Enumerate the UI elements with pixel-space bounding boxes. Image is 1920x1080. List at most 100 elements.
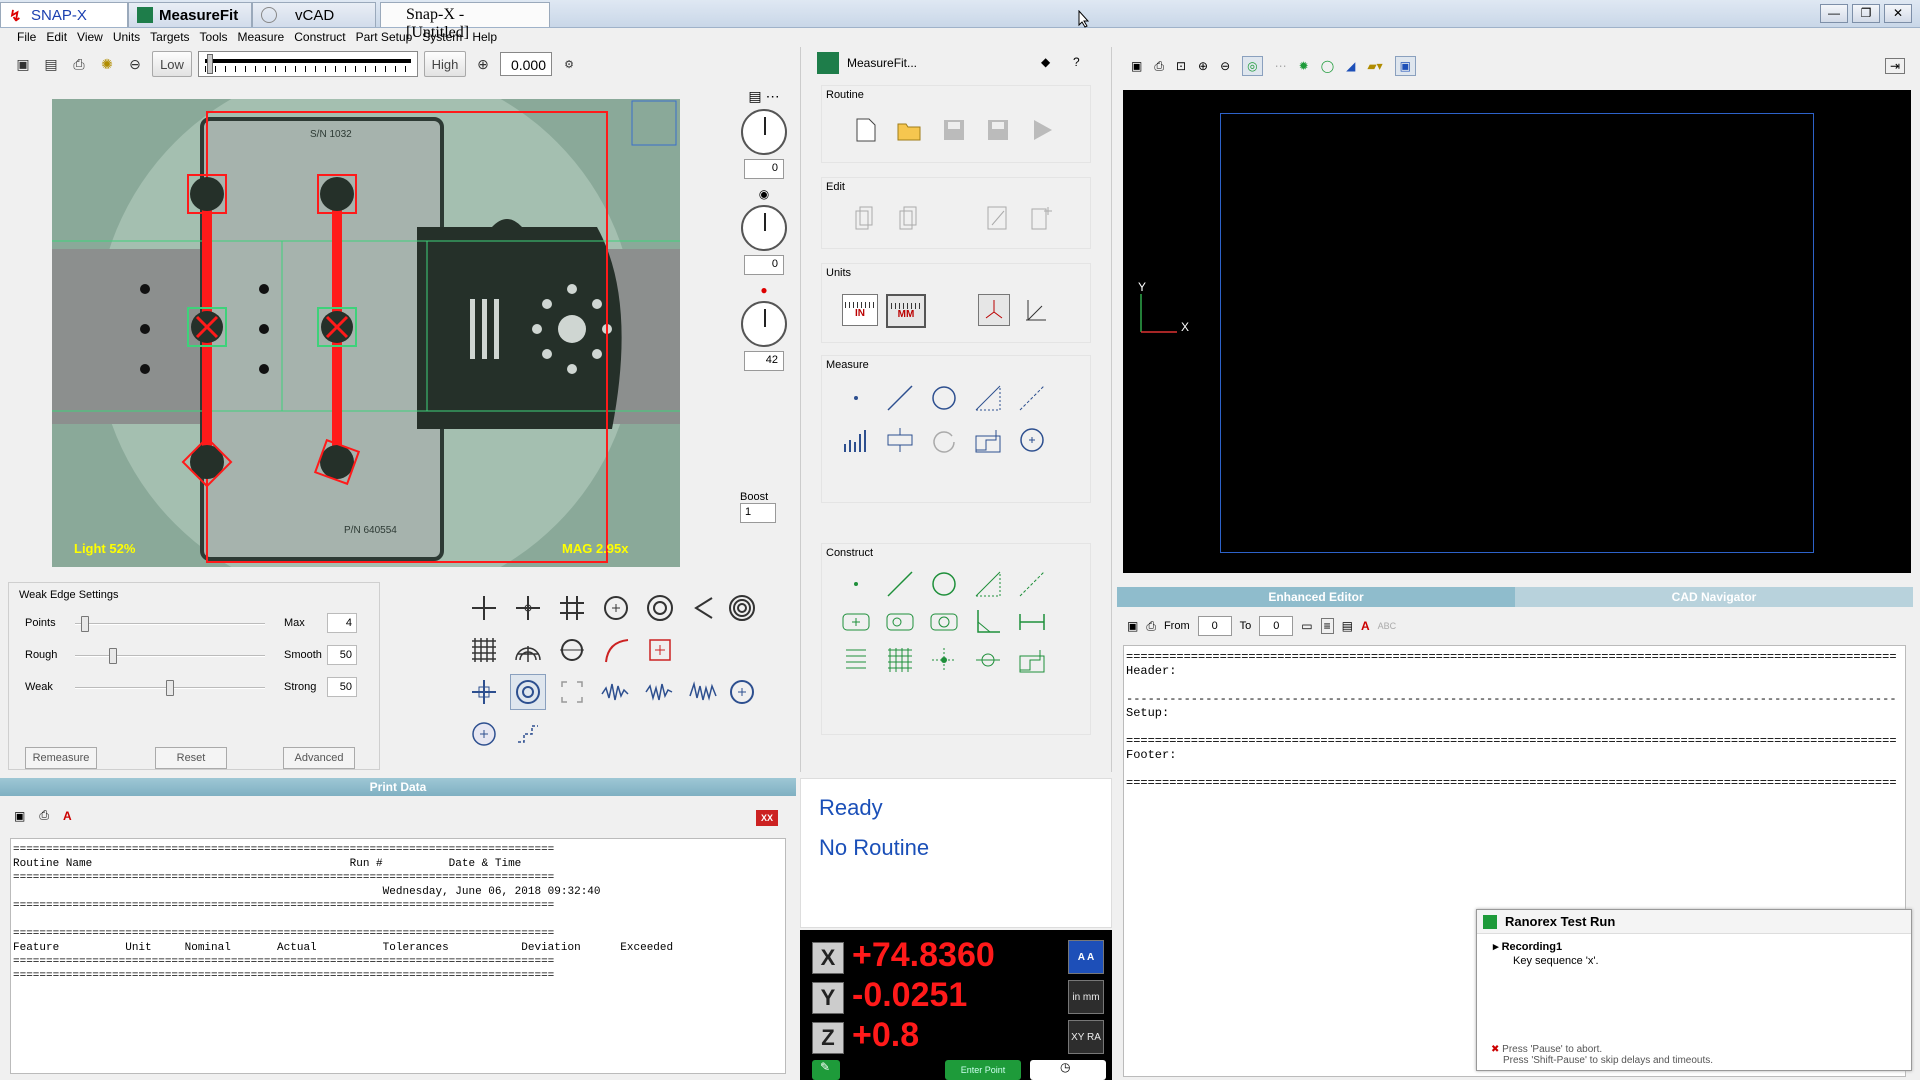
- dense-grid-icon[interactable]: [466, 632, 502, 668]
- timer-button[interactable]: ◷: [1030, 1060, 1106, 1080]
- tab-measurefit[interactable]: MeasureFit: [128, 2, 252, 27]
- construct-distance-icon[interactable]: [1016, 568, 1048, 600]
- light-icon[interactable]: ✺: [96, 53, 118, 75]
- zoom-settings-icon[interactable]: ⚙: [558, 53, 580, 75]
- advanced-button[interactable]: Advanced: [283, 747, 355, 769]
- measure-circle-point-icon[interactable]: [1016, 424, 1048, 456]
- light-slider[interactable]: [198, 51, 418, 77]
- construct-pattern-icon[interactable]: [928, 606, 960, 638]
- measure-rotate-icon[interactable]: [928, 424, 960, 456]
- curve-tool-icon[interactable]: [598, 632, 634, 668]
- save-routine-icon[interactable]: [938, 114, 970, 146]
- save-as-routine-icon[interactable]: [982, 114, 1014, 146]
- font-size-button[interactable]: A A: [1068, 940, 1104, 974]
- measure-angle-icon[interactable]: [972, 382, 1004, 414]
- cad-select-icon[interactable]: ◎: [1242, 56, 1263, 76]
- editor-font-icon[interactable]: A: [1361, 619, 1370, 633]
- points-value[interactable]: 4: [327, 613, 357, 633]
- arc-target-icon[interactable]: [554, 632, 590, 668]
- cad-angle-icon[interactable]: ◢: [1346, 59, 1355, 73]
- boost-stepper[interactable]: 1: [740, 503, 776, 523]
- cad-dots-icon[interactable]: ⋯: [1275, 59, 1287, 73]
- measure-profile-icon[interactable]: [972, 424, 1004, 456]
- zoom-in-icon[interactable]: ⊕: [472, 53, 494, 75]
- tab-snapx[interactable]: ↯ SNAP-X: [0, 2, 128, 27]
- edge-scan-icon[interactable]: [598, 674, 634, 710]
- cad-zoom-in-icon[interactable]: ⊕: [1198, 59, 1208, 73]
- paste-step-icon[interactable]: [894, 202, 926, 234]
- ring-light-dial[interactable]: [741, 205, 787, 251]
- ring-light-value[interactable]: 0: [744, 255, 784, 275]
- back-light-value[interactable]: 42: [744, 351, 784, 371]
- from-field[interactable]: 0: [1197, 616, 1232, 636]
- z-axis-zero-button[interactable]: Z: [812, 1022, 844, 1054]
- cad-layers-icon[interactable]: ▣: [1394, 56, 1416, 76]
- open-routine-icon[interactable]: [894, 114, 926, 146]
- menu-tools[interactable]: Tools: [195, 28, 233, 46]
- double-circle-target-icon[interactable]: [642, 590, 678, 626]
- inch-mm-toggle[interactable]: in mm: [1068, 980, 1104, 1014]
- x-axis-zero-button[interactable]: X: [812, 942, 844, 974]
- smoothness-value[interactable]: 50: [327, 645, 357, 665]
- concentric-target-icon[interactable]: [724, 590, 760, 626]
- cad-gear-icon[interactable]: ✹: [1299, 59, 1309, 73]
- target-point-icon[interactable]: [510, 590, 546, 626]
- cad-circle-icon[interactable]: ◯: [1321, 59, 1334, 73]
- menu-view[interactable]: View: [72, 28, 108, 46]
- measure-point-icon[interactable]: [840, 382, 872, 414]
- eraser-icon[interactable]: ◆: [1041, 55, 1050, 69]
- probe-point-icon[interactable]: [466, 674, 502, 710]
- tab-enhanced-editor[interactable]: Enhanced Editor: [1117, 587, 1515, 607]
- construct-line-icon[interactable]: [884, 568, 916, 600]
- xyz-coords-button[interactable]: [978, 294, 1010, 326]
- coordinate-mode-toggle[interactable]: XY RA: [1068, 1020, 1104, 1054]
- run-routine-icon[interactable]: [1026, 114, 1058, 146]
- save-image-icon[interactable]: ▤: [40, 53, 62, 75]
- remeasure-button[interactable]: Remeasure: [25, 747, 97, 769]
- construct-slot-icon[interactable]: [884, 606, 916, 638]
- edge-scan-2-icon[interactable]: [642, 674, 678, 710]
- zoom-value-field[interactable]: 0.000: [500, 52, 552, 76]
- print-icon[interactable]: ⎙: [39, 808, 49, 823]
- bracket-target-icon[interactable]: [554, 674, 590, 710]
- add-box-icon[interactable]: [642, 632, 678, 668]
- cad-comment-icon[interactable]: ▰▾: [1367, 59, 1382, 73]
- print-data-text[interactable]: ========================================…: [10, 838, 786, 1074]
- measure-circle-icon[interactable]: [928, 382, 960, 414]
- circle-target-icon[interactable]: [598, 590, 634, 626]
- back-light-icon[interactable]: ●: [736, 283, 792, 297]
- ring-light-icon[interactable]: ◉: [736, 187, 792, 201]
- copy-step-icon[interactable]: [850, 202, 882, 234]
- measure-histogram-icon[interactable]: [840, 424, 872, 456]
- minimize-button[interactable]: —: [1820, 4, 1848, 23]
- construct-bolt-circle-icon[interactable]: [840, 606, 872, 638]
- edge-scan-3-icon[interactable]: [686, 674, 722, 710]
- polar-coords-button[interactable]: [1020, 294, 1052, 326]
- camera-view[interactable]: S/N 1032 P/N 640554 Light 52% MAG 2.95x: [52, 99, 680, 567]
- measure-distance-icon[interactable]: [1016, 382, 1048, 414]
- menu-edit[interactable]: Edit: [41, 28, 72, 46]
- inch-units-button[interactable]: IN: [842, 294, 878, 326]
- open-image-icon[interactable]: ▣: [12, 53, 34, 75]
- construct-point-icon[interactable]: [840, 568, 872, 600]
- to-field[interactable]: 0: [1259, 616, 1294, 636]
- menu-help[interactable]: Help: [467, 28, 502, 46]
- crosshair-tool-icon[interactable]: [466, 590, 502, 626]
- edit-pencil-button[interactable]: ✎: [812, 1060, 840, 1080]
- construct-list-icon[interactable]: [840, 644, 872, 676]
- focus-dial[interactable]: [741, 109, 787, 155]
- mm-units-button[interactable]: MM: [886, 294, 926, 328]
- font-icon[interactable]: A: [63, 809, 72, 823]
- radial-grid-icon[interactable]: [510, 632, 546, 668]
- camera-settings-icon[interactable]: ▤: [748, 88, 761, 105]
- help-icon[interactable]: ?: [1073, 55, 1080, 69]
- high-button[interactable]: High: [424, 51, 466, 77]
- focus-dial-value[interactable]: 0: [744, 159, 784, 179]
- back-light-dial[interactable]: [741, 301, 787, 347]
- construct-circle-icon[interactable]: [928, 568, 960, 600]
- y-axis-zero-button[interactable]: Y: [812, 982, 844, 1014]
- measure-binary-icon[interactable]: [884, 424, 916, 456]
- cad-copy-icon[interactable]: ▣: [1131, 59, 1142, 73]
- more-icon[interactable]: ⋯: [766, 88, 780, 105]
- editor-copy-icon[interactable]: ▣: [1127, 619, 1138, 633]
